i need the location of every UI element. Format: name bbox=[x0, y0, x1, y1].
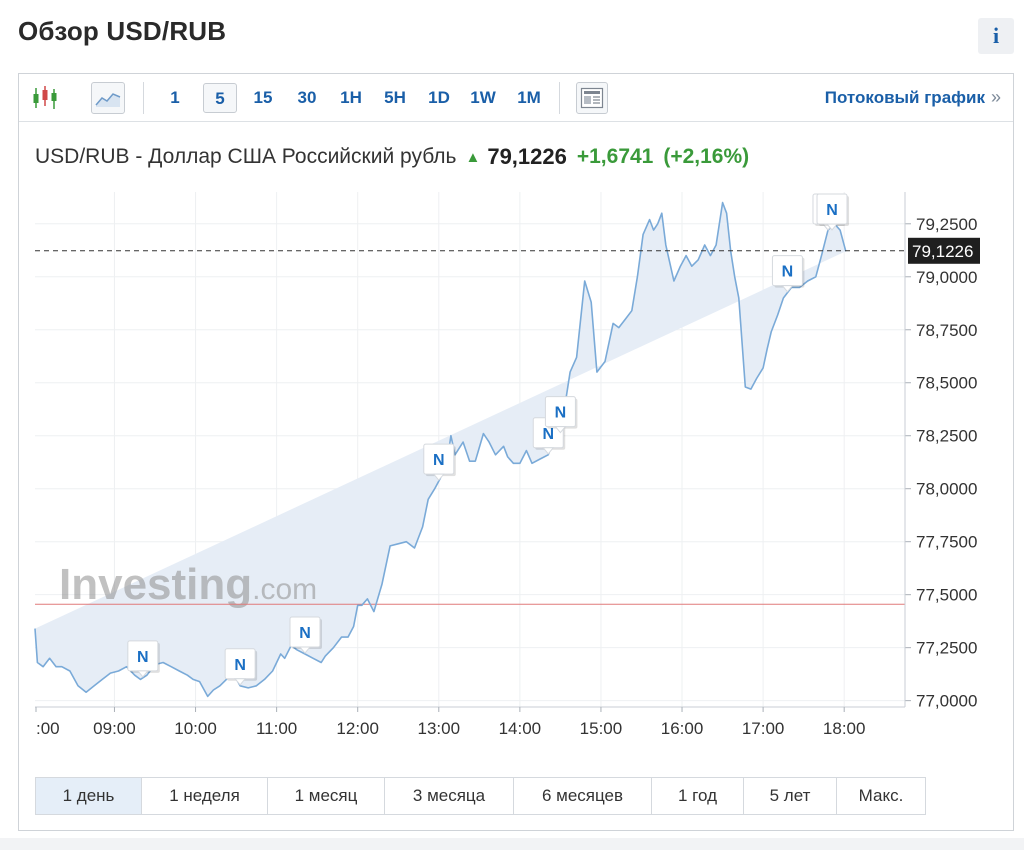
y-axis-tick-label: 77,2500 bbox=[916, 639, 977, 658]
range-button[interactable]: 1 день bbox=[36, 778, 142, 814]
x-axis-tick-label: 18:00 bbox=[823, 719, 866, 738]
x-axis-tick-label: 17:00 bbox=[742, 719, 785, 738]
page-footer-strip bbox=[0, 838, 1024, 850]
time-range-selector: 1 день 1 неделя 1 месяц 3 месяца 6 месяцев 1 … bbox=[35, 777, 926, 815]
range-button[interactable]: Макс. bbox=[837, 778, 925, 814]
range-button[interactable]: 1 год bbox=[652, 778, 744, 814]
news-marker-label: N bbox=[555, 405, 567, 422]
news-marker-label: N bbox=[137, 649, 149, 666]
y-axis-tick-label: 78,7500 bbox=[916, 321, 977, 340]
x-axis-tick-label: :00 bbox=[36, 719, 60, 738]
range-button[interactable]: 1 неделя bbox=[142, 778, 268, 814]
range-button[interactable]: 3 месяца bbox=[385, 778, 514, 814]
chart-widget: 1 5 15 30 1H 5H 1D 1W 1M Потоковый график» USD/R… bbox=[18, 73, 1014, 831]
y-axis-tick-label: 79,2500 bbox=[916, 215, 977, 234]
range-button[interactable]: 6 месяцев bbox=[514, 778, 652, 814]
news-marker-label: N bbox=[782, 264, 794, 281]
x-axis-tick-label: 16:00 bbox=[661, 719, 704, 738]
y-axis-tick-label: 78,5000 bbox=[916, 374, 977, 393]
y-axis-tick-label: 78,2500 bbox=[916, 427, 977, 446]
page-title: Обзор USD/RUB bbox=[18, 16, 227, 46]
info-button[interactable]: i bbox=[978, 18, 1014, 54]
y-axis-tick-label: 79,0000 bbox=[916, 268, 977, 287]
y-axis-tick-label: 77,5000 bbox=[916, 586, 977, 605]
range-button[interactable]: 1 месяц bbox=[268, 778, 385, 814]
x-axis-tick-label: 10:00 bbox=[174, 719, 217, 738]
news-marker-label: N bbox=[826, 202, 838, 219]
news-marker-label: N bbox=[234, 657, 246, 674]
range-button[interactable]: 5 лет bbox=[744, 778, 837, 814]
y-axis-tick-label: 78,0000 bbox=[916, 480, 977, 499]
watermark-suffix: .com bbox=[252, 573, 317, 606]
x-axis-tick-label: 13:00 bbox=[418, 719, 461, 738]
price-chart[interactable]: Investing.comNNNNNNNNN77,000077,250077,5… bbox=[19, 74, 1013, 774]
x-axis-tick-label: 15:00 bbox=[580, 719, 623, 738]
watermark-brand: Investing bbox=[59, 560, 252, 609]
x-axis-tick-label: 09:00 bbox=[93, 719, 136, 738]
x-axis-tick-label: 14:00 bbox=[499, 719, 542, 738]
news-marker-label: N bbox=[299, 625, 311, 642]
y-axis-tick-label: 77,7500 bbox=[916, 533, 977, 552]
current-price-label: 79,1226 bbox=[912, 242, 973, 261]
news-marker-label: N bbox=[433, 452, 445, 469]
x-axis-tick-label: 11:00 bbox=[256, 719, 297, 738]
x-axis-tick-label: 12:00 bbox=[336, 719, 379, 738]
y-axis-tick-label: 77,0000 bbox=[916, 692, 977, 711]
